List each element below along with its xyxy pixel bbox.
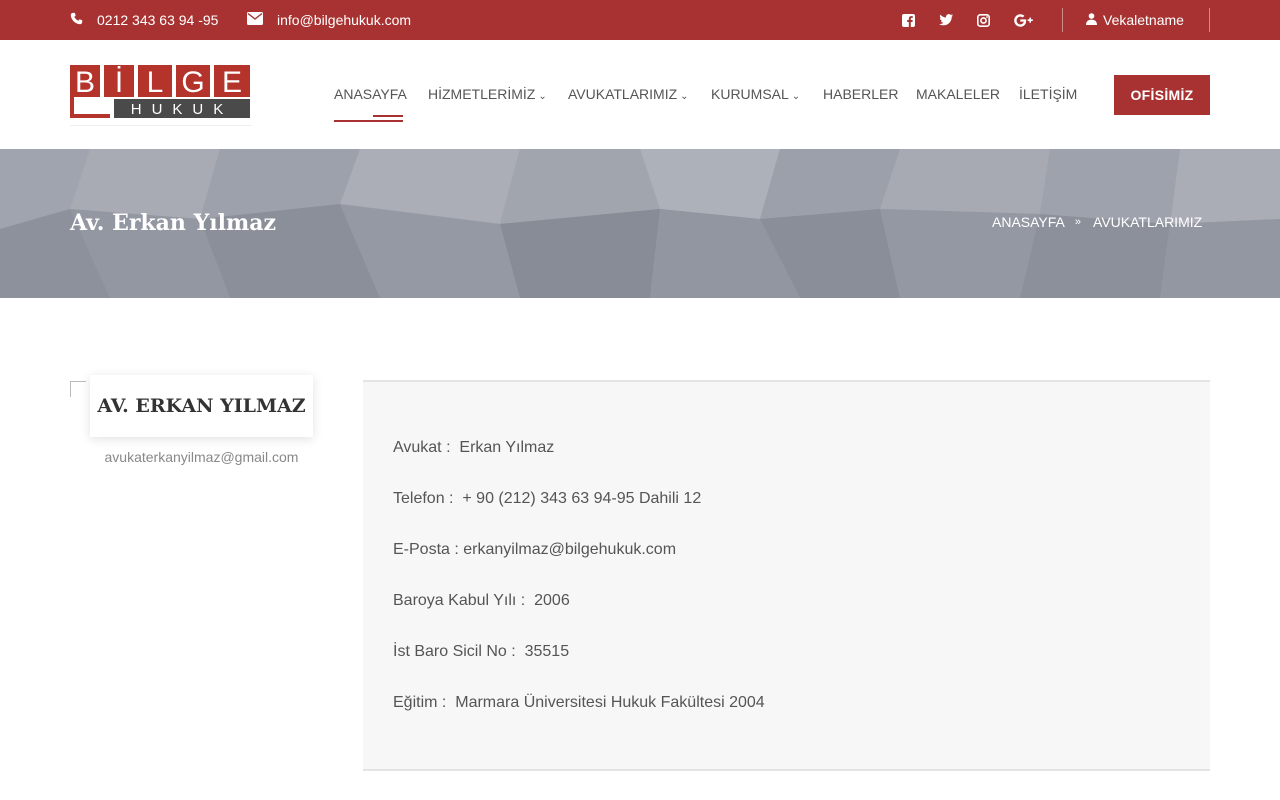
nav-label: HİZMETLERİMİZ	[428, 86, 536, 102]
active-underline	[334, 120, 403, 122]
nav-makaleler[interactable]: MAKALELER	[916, 86, 1000, 102]
vekaletname-label: Vekaletname	[1103, 12, 1184, 28]
phone-number: 0212 343 63 94 -95	[97, 12, 219, 28]
site-header: B İ L G E HUKUK ANASAYFA HİZMETLERİMİZ ⌄ …	[0, 40, 1280, 149]
topbar-divider	[1062, 8, 1063, 32]
nav-hizmetlerimiz[interactable]: HİZMETLERİMİZ ⌄	[428, 86, 547, 102]
topbar-divider	[1209, 8, 1210, 32]
active-underline-accent	[373, 115, 403, 117]
twitter-icon[interactable]	[939, 0, 953, 40]
lawyer-details: Avukat : Erkan Yılmaz Telefon : + 90 (21…	[363, 380, 1210, 771]
double-chevron-right-icon: »	[1074, 216, 1082, 228]
vekaletname-link[interactable]: Vekaletname	[1086, 0, 1184, 40]
lawyer-name-card: AV. ERKAN YILMAZ	[90, 375, 313, 437]
lawyer-photo	[70, 381, 86, 397]
nav-haberler[interactable]: HABERLER	[823, 86, 898, 102]
top-bar: 0212 343 63 94 -95 info@bilgehukuk.com V…	[0, 0, 1280, 40]
lawyer-email[interactable]: avukaterkanyilmaz@gmail.com	[90, 449, 313, 465]
detail-sicil-no: İst Baro Sicil No : 35515	[393, 643, 570, 660]
chevron-down-icon: ⌄	[791, 91, 801, 102]
nav-anasayfa[interactable]: ANASAYFA	[334, 86, 407, 102]
breadcrumb-home[interactable]: ANASAYFA	[992, 214, 1065, 230]
envelope-icon	[247, 12, 263, 28]
phone-contact[interactable]: 0212 343 63 94 -95	[70, 0, 218, 40]
page-banner: Av. Erkan Yılmaz ANASAYFA » AVUKATLARIMI…	[0, 149, 1280, 298]
detail-avukat: Avukat : Erkan Yılmaz	[393, 439, 555, 456]
phone-icon	[70, 12, 83, 28]
page-title: Av. Erkan Yılmaz	[70, 210, 277, 236]
detail-eposta: E-Posta : erkanyilmaz@bilgehukuk.com	[393, 541, 677, 558]
facebook-icon[interactable]	[902, 0, 915, 40]
email-contact[interactable]: info@bilgehukuk.com	[247, 0, 411, 40]
google-plus-icon[interactable]	[1014, 0, 1033, 40]
detail-egitim: Eğitim : Marmara Üniversitesi Hukuk Fakü…	[393, 694, 765, 711]
nav-label: KURUMSAL	[711, 86, 789, 102]
main-nav: ANASAYFA HİZMETLERİMİZ ⌄ AVUKATLARIMIZ ⌄ K…	[0, 86, 1280, 122]
breadcrumb: ANASAYFA » AVUKATLARIMIZ	[992, 214, 1202, 230]
breadcrumb-current[interactable]: AVUKATLARIMIZ	[1093, 214, 1202, 230]
nav-avukatlarimiz[interactable]: AVUKATLARIMIZ ⌄	[568, 86, 689, 102]
nav-iletisim[interactable]: İLETİŞİM	[1019, 86, 1077, 102]
nav-label: AVUKATLARIMIZ	[568, 86, 678, 102]
detail-baro-kabul: Baroya Kabul Yılı : 2006	[393, 592, 570, 609]
instagram-icon[interactable]	[977, 0, 990, 40]
user-icon	[1086, 12, 1097, 28]
nav-kurumsal[interactable]: KURUMSAL ⌄	[711, 86, 800, 102]
email-address: info@bilgehukuk.com	[277, 12, 412, 28]
chevron-down-icon: ⌄	[680, 91, 689, 102]
ofisimiz-button[interactable]: OFİSİMİZ	[1114, 75, 1210, 115]
detail-telefon: Telefon : + 90 (212) 343 63 94-95 Dahili…	[393, 490, 702, 507]
chevron-down-icon: ⌄	[538, 91, 547, 102]
lawyer-name: AV. ERKAN YILMAZ	[97, 395, 306, 417]
